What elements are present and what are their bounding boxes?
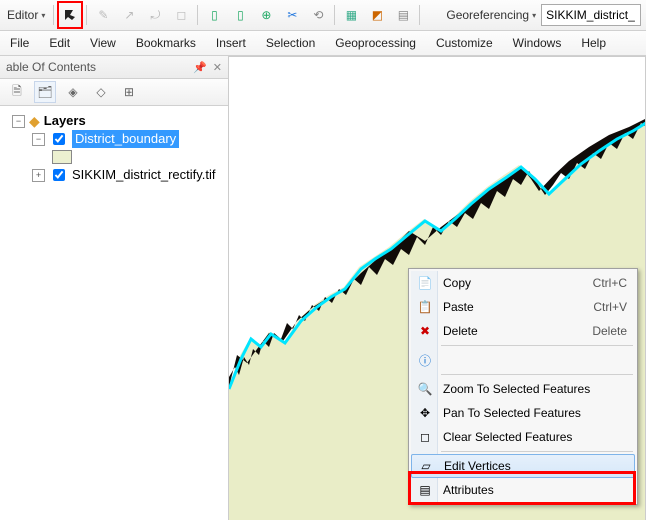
tool-3[interactable]: ⤾ [142,3,168,27]
ctx-paste[interactable]: 📋 Paste Ctrl+V [411,295,635,319]
menu-file[interactable]: File [0,31,39,55]
ctx-zoom-selected[interactable]: 🔍 Zoom To Selected Features [411,377,635,401]
expand-icon[interactable]: − [32,133,45,146]
tool-8[interactable]: ✂ [279,3,305,27]
edit-tool-highlight [57,1,83,29]
tree-root-layers[interactable]: − ◆ Layers [4,112,224,130]
toc-tab-5[interactable]: ⊞ [118,81,140,103]
tool-2[interactable]: ↗ [116,3,142,27]
pan-selected-icon: ✥ [416,404,434,422]
tool-10[interactable]: ▦ [338,3,364,27]
tool-1[interactable]: ✎ [90,3,116,27]
ctx-delete[interactable]: ✖ Delete Delete [411,319,635,343]
layers-label: Layers [44,112,86,130]
ctx-copy[interactable]: 📄 Copy Ctrl+C [411,271,635,295]
toc-tab-4[interactable]: ◇ [90,81,112,103]
toc-tabs: 🗎 🗂 ◈ ◇ ⊞ [0,79,228,106]
ctx-identify[interactable]: ⓘ [411,348,635,372]
toc-title: able Of Contents [6,60,96,74]
expand-icon[interactable]: − [12,115,25,128]
editor-toolbar: Editor ✎ ↗ ⤾ ◻ ▯ ▯ ⊕ ✂ ⟲ ▦ ◩ ▤ Georefere… [0,0,646,31]
georef-layer-input[interactable] [541,4,641,26]
ctx-attributes[interactable]: ▤ Attributes [411,478,635,502]
ctx-clear-selected[interactable]: ◻ Clear Selected Features [411,425,635,449]
menu-view[interactable]: View [80,31,126,55]
menu-bookmarks[interactable]: Bookmarks [126,31,206,55]
tool-7[interactable]: ⊕ [253,3,279,27]
close-icon[interactable]: ✕ [213,61,222,74]
toc-tab-1[interactable]: 🗎 [6,81,28,103]
layer-checkbox[interactable] [53,169,65,181]
attributes-icon: ▤ [416,481,434,499]
tool-11[interactable]: ◩ [364,3,390,27]
edit-vertices-icon: ▱ [417,457,435,475]
tree-layer-district-swatch [4,148,224,166]
menu-windows[interactable]: Windows [503,31,572,55]
menu-bar: File Edit View Bookmarks Insert Selectio… [0,31,646,56]
menu-insert[interactable]: Insert [206,31,256,55]
toc-tab-3[interactable]: ◈ [62,81,84,103]
toc-header: able Of Contents 📌 ✕ [0,56,228,79]
copy-icon: 📄 [416,274,434,292]
georeferencing-menu[interactable]: Georeferencing [441,3,541,27]
menu-geoprocessing[interactable]: Geoprocessing [325,31,426,55]
pin-icon[interactable]: 📌 [193,61,207,74]
menu-edit[interactable]: Edit [39,31,80,55]
paste-icon: 📋 [416,298,434,316]
tool-4[interactable]: ◻ [168,3,194,27]
tool-6[interactable]: ▯ [227,3,253,27]
toc-tree: − ◆ Layers − District_boundary + SIKKIM_… [0,106,228,190]
delete-icon: ✖ [416,322,434,340]
context-menu: 📄 Copy Ctrl+C 📋 Paste Ctrl+V ✖ Delete De… [408,268,638,505]
layer-checkbox[interactable] [53,133,65,145]
ctx-edit-vertices[interactable]: ▱ Edit Vertices [411,454,635,478]
tool-9[interactable]: ⟲ [305,3,331,27]
tool-12[interactable]: ▤ [390,3,416,27]
toc-panel: able Of Contents 📌 ✕ 🗎 🗂 ◈ ◇ ⊞ − ◆ Layer… [0,56,229,520]
layer-district-label: District_boundary [72,130,179,148]
editor-menu[interactable]: Editor [2,3,50,27]
toc-tab-2[interactable]: 🗂 [34,81,56,103]
menu-selection[interactable]: Selection [256,31,325,55]
menu-help[interactable]: Help [571,31,616,55]
ctx-pan-selected[interactable]: ✥ Pan To Selected Features [411,401,635,425]
identify-icon: ⓘ [416,351,434,369]
tool-5[interactable]: ▯ [201,3,227,27]
menu-customize[interactable]: Customize [426,31,503,55]
expand-icon[interactable]: + [32,169,45,182]
edit-tool-icon[interactable] [62,7,78,23]
layer-raster-label: SIKKIM_district_rectify.tif [72,166,216,184]
tree-layer-raster[interactable]: + SIKKIM_district_rectify.tif [4,166,224,184]
layers-icon: ◆ [29,112,40,130]
symbol-swatch[interactable] [52,150,72,164]
tree-layer-district[interactable]: − District_boundary [4,130,224,148]
clear-selected-icon: ◻ [416,428,434,446]
zoom-selected-icon: 🔍 [416,380,434,398]
